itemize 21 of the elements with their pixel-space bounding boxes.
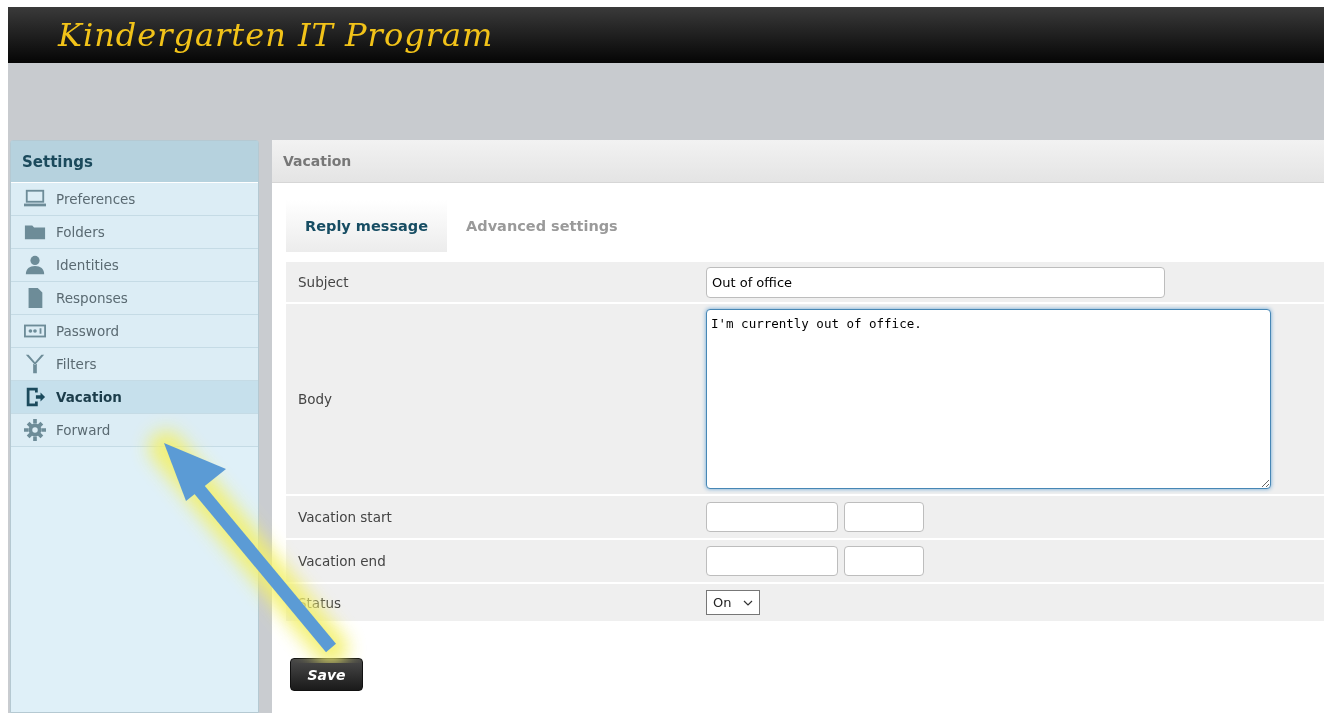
- sidebar-item[interactable]: Vacation: [11, 381, 258, 414]
- funnel-icon: [23, 353, 47, 375]
- save-button[interactable]: Save: [290, 658, 363, 691]
- field-label: Vacation end: [298, 553, 386, 569]
- time-field[interactable]: [844, 546, 924, 576]
- gear-icon: [23, 419, 47, 441]
- field-label: Body: [298, 391, 333, 407]
- panel-title: Vacation: [283, 153, 352, 169]
- date-field[interactable]: [706, 502, 838, 532]
- app-title: Kindergarten IT Program: [58, 16, 494, 54]
- date-field[interactable]: [706, 546, 838, 576]
- status-dropdown[interactable]: On: [706, 590, 760, 615]
- chevron-icon: [743, 599, 753, 606]
- field-label: Subject: [298, 274, 349, 290]
- sidebar-title: Settings: [22, 152, 93, 171]
- tab[interactable]: Advanced settings: [447, 200, 637, 252]
- time-field[interactable]: [844, 502, 924, 532]
- person-icon: [23, 254, 47, 276]
- body-field[interactable]: I'm currently out of office.: [706, 309, 1271, 489]
- subject-field[interactable]: Out of office: [706, 266, 1165, 298]
- field-label: Vacation start: [298, 509, 392, 525]
